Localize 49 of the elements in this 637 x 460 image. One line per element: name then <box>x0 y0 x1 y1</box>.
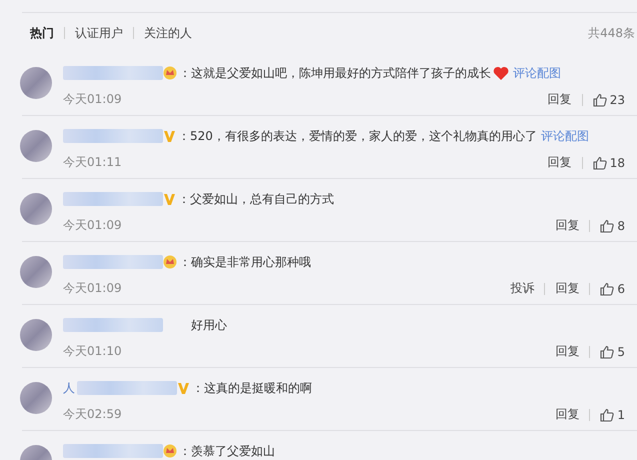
filter-tab[interactable]: 热门 <box>30 24 54 42</box>
avatar-placeholder <box>20 256 52 288</box>
comment-time: 今天01:09 <box>63 280 122 297</box>
avatar-placeholder <box>20 382 52 414</box>
comment-text: ：确实是非常用心那种哦 <box>179 254 311 270</box>
like-button[interactable]: 5 <box>600 344 625 358</box>
like-button[interactable]: 18 <box>592 156 625 170</box>
thumbs-up-icon <box>592 156 607 170</box>
thumbs-up-icon <box>600 344 614 358</box>
crown-badge-icon <box>163 444 177 458</box>
comment-text: ：父爱如山，总有自己的方式 <box>178 190 334 208</box>
comment-text: 好用心 <box>191 316 227 334</box>
comment-count: 共448条 <box>588 24 635 42</box>
v-badge-icon <box>163 192 176 206</box>
avatar-placeholder <box>20 193 52 225</box>
comment-text: ：羡慕了父爱如山 <box>179 442 275 460</box>
avatar-placeholder <box>20 130 52 162</box>
crown-badge-icon <box>163 255 177 269</box>
comment-action-link[interactable]: 回复 <box>555 217 580 234</box>
user-name[interactable]: 人 <box>63 380 75 396</box>
comment-action-link[interactable]: 回复 <box>555 343 580 360</box>
like-button[interactable]: 6 <box>600 282 625 296</box>
avatar-placeholder <box>20 319 52 351</box>
comment-time: 今天01:09 <box>63 91 122 108</box>
comment-action-link[interactable]: 回复 <box>548 91 572 108</box>
comment-time: 今天01:10 <box>63 343 122 360</box>
comment-action-link[interactable]: 投诉 <box>510 280 534 297</box>
thumbs-up-icon <box>600 408 614 422</box>
like-button[interactable]: 23 <box>592 92 625 106</box>
comment-time: 今天01:11 <box>63 154 122 171</box>
comment-text: ：这真的是挺暖和的啊 <box>192 380 312 396</box>
like-button[interactable]: 8 <box>600 218 625 232</box>
comment-action-link[interactable]: 回复 <box>555 406 580 423</box>
thumbs-up-icon <box>600 282 614 296</box>
v-badge-icon <box>163 130 176 142</box>
comment-action-link[interactable]: 回复 <box>555 280 580 297</box>
comment-time: 今天01:09 <box>63 217 122 234</box>
filter-tab[interactable]: 认证用户 <box>75 24 123 42</box>
crown-badge-icon <box>163 66 177 80</box>
comment-time: 今天02:59 <box>63 406 122 423</box>
avatar-placeholder <box>20 67 52 99</box>
filter-tab[interactable]: 关注的人 <box>144 24 192 42</box>
comment-text: ：这就是父爱如山吧，陈坤用最好的方式陪伴了孩子的成长 <box>179 64 491 82</box>
comment-action-link[interactable]: 回复 <box>548 154 572 171</box>
comment-text: ：520，有很多的表达，爱情的爱，家人的爱，这个礼物真的用心了 <box>178 128 537 144</box>
thumbs-up-icon <box>592 92 607 106</box>
v-badge-icon <box>177 382 190 394</box>
thumbs-up-icon <box>600 218 614 232</box>
like-button[interactable]: 1 <box>600 408 625 422</box>
